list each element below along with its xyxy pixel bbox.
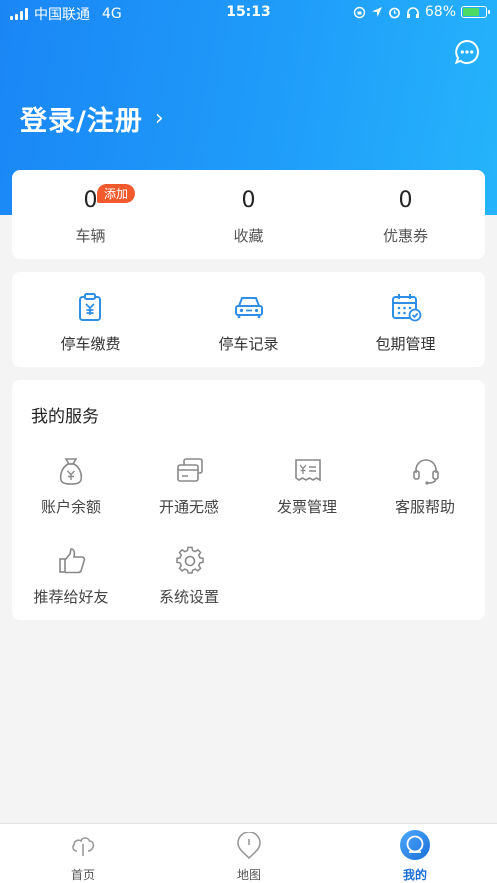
calendar-check-icon [392,294,422,322]
subscription-management-button[interactable]: 包期管理 [327,272,484,367]
stats-card: 0 添加 车辆 0 收藏 0 优惠券 [12,170,485,259]
service-recommend-friends[interactable]: 推荐给好友 [12,546,130,616]
alarm-icon [388,7,400,18]
payment-clipboard-icon [79,293,101,321]
parking-records-button[interactable]: 停车记录 [170,272,327,367]
login-register-label: 登录/注册 [20,106,143,137]
status-right: 68% [353,4,490,20]
rotation-lock-icon [353,6,366,18]
tab-label: 我的 [402,868,427,882]
stat-coupons[interactable]: 0 优惠券 [327,170,484,259]
tab-label: 首页 [70,868,95,882]
stat-vehicles[interactable]: 0 添加 车辆 [12,170,169,259]
status-bar: 中国联通 4G 15:13 68% [0,0,497,26]
tab-home[interactable]: 首页 [0,824,166,883]
car-icon [235,297,263,318]
battery-percent: 68% [424,4,456,20]
stat-value: 0 [398,188,413,213]
thumbs-up-icon [59,548,86,574]
home-cloud-icon [72,837,95,856]
stat-value: 0 [241,188,256,213]
headset-icon [413,459,439,485]
services-title: 我的服务 [31,407,99,427]
stat-value: 0 [83,188,98,213]
service-label: 账户余额 [40,498,101,516]
battery-icon [461,6,490,18]
service-contactless[interactable]: 开通无感 [130,456,248,526]
stat-label: 收藏 [233,227,264,245]
profile-icon [400,830,430,860]
service-invoice[interactable]: 发票管理 [248,456,366,526]
invoice-icon [295,459,321,482]
quick-action-label: 包期管理 [375,335,436,353]
tab-label: 地图 [236,868,261,882]
add-badge[interactable]: 添加 [97,184,136,203]
stat-favorites[interactable]: 0 收藏 [170,170,327,259]
stat-label: 优惠券 [382,227,428,245]
service-label: 系统设置 [158,588,219,606]
chat-bubble-icon[interactable] [454,39,480,65]
service-customer-support[interactable]: 客服帮助 [366,456,484,526]
service-settings[interactable]: 系统设置 [130,546,248,616]
map-pin-icon [237,832,261,860]
my-services-card: 我的服务 账户余额 开通无感 发票管理 客服帮助 推荐给好友 系统设置 [12,380,485,620]
tab-map[interactable]: 地图 [166,824,332,883]
gear-icon [176,546,204,574]
quick-action-label: 停车缴费 [60,335,121,353]
cards-icon [177,458,203,482]
quick-action-label: 停车记录 [218,335,279,353]
location-icon [371,7,382,17]
service-label: 发票管理 [276,498,337,516]
service-label: 推荐给好友 [33,588,109,606]
bottom-tab-bar: 首页 地图 我的 [0,823,497,883]
login-register-link[interactable]: 登录/注册 › [20,99,165,138]
parking-payment-button[interactable]: 停车缴费 [12,272,169,367]
headphones-icon [406,6,419,18]
service-label: 客服帮助 [394,498,455,516]
quick-actions-card: 停车缴费 停车记录 包期管理 [12,272,485,367]
stat-label: 车辆 [75,227,106,245]
service-account-balance[interactable]: 账户余额 [12,456,130,526]
chevron-right-icon: › [154,106,165,131]
money-bag-icon [59,458,83,485]
service-label: 开通无感 [158,498,219,516]
tab-mine[interactable]: 我的 [332,824,497,883]
